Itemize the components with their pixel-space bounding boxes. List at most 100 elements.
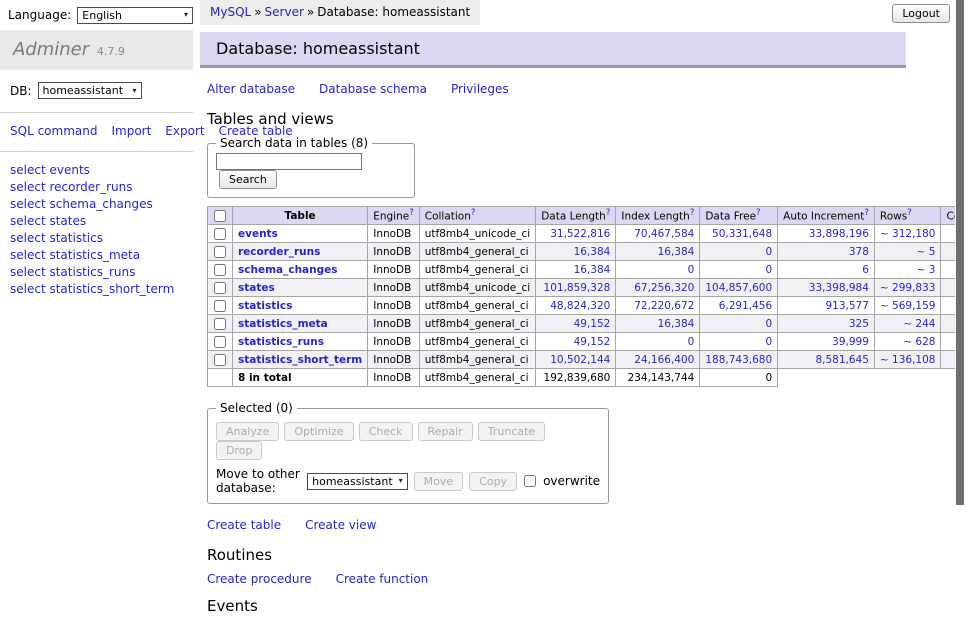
auto-increment-link[interactable]: 33,398,984 [809, 282, 869, 294]
data-length-link[interactable]: 48,824,320 [550, 300, 610, 312]
rows-estimate-link[interactable]: ~ 569,159 [880, 300, 936, 312]
breadcrumb-link-mysql[interactable]: MySQL [210, 5, 251, 19]
language-select[interactable]: English ▾ [77, 7, 193, 24]
auto-increment-link[interactable]: 325 [849, 318, 869, 330]
rows-estimate-link[interactable]: ~ 5 [917, 246, 936, 258]
data-length-link[interactable]: 16,384 [574, 264, 611, 276]
sidebar-item-select-schema-changes[interactable]: select schema_changes [10, 196, 183, 213]
index-length-link[interactable]: 16,384 [658, 318, 695, 330]
data-length-link[interactable]: 49,152 [574, 318, 611, 330]
rows-estimate-link[interactable]: ~ 244 [903, 318, 935, 330]
table-name-link-events[interactable]: events [238, 228, 278, 240]
data-free-link[interactable]: 0 [765, 336, 772, 348]
row-checkbox-statistics[interactable] [214, 300, 226, 312]
data-free-link[interactable]: 0 [765, 318, 772, 330]
data-length-link[interactable]: 49,152 [574, 336, 611, 348]
help-link-index-length[interactable]: ? [690, 208, 695, 218]
data-free-link[interactable]: 0 [765, 264, 772, 276]
repair-button[interactable]: Repair [418, 422, 473, 441]
auto-increment-link[interactable]: 39,999 [832, 336, 869, 348]
auto-increment-link[interactable]: 378 [849, 246, 869, 258]
row-checkbox-statistics-runs[interactable] [214, 336, 226, 348]
sidebar-item-select-statistics-meta[interactable]: select statistics_meta [10, 247, 183, 264]
data-free-link[interactable]: 0 [765, 246, 772, 258]
link-database-schema[interactable]: Database schema [319, 82, 427, 96]
link-create-function[interactable]: Create function [336, 572, 429, 586]
sidebar-item-select-events[interactable]: select events [10, 162, 183, 179]
index-length-link[interactable]: 16,384 [658, 246, 695, 258]
data-free-link[interactable]: 104,857,600 [705, 282, 772, 294]
rows-estimate-link[interactable]: ~ 3 [917, 264, 936, 276]
row-checkbox-statistics-meta[interactable] [214, 318, 226, 330]
sidebar-action-export[interactable]: Export [165, 124, 204, 138]
sidebar-action-import[interactable]: Import [111, 124, 151, 138]
sidebar-item-select-statistics[interactable]: select statistics [10, 230, 183, 247]
sidebar-item-select-statistics-short-term[interactable]: select statistics_short_term [10, 281, 183, 298]
help-link-data-length[interactable]: ? [606, 208, 611, 218]
data-free-link[interactable]: 188,743,680 [705, 354, 772, 366]
logout-button[interactable]: Logout [892, 4, 950, 23]
index-length-link[interactable]: 70,467,584 [634, 228, 694, 240]
table-name-link-recorder-runs[interactable]: recorder_runs [238, 246, 320, 258]
move-button[interactable]: Move [414, 472, 464, 491]
link-privileges[interactable]: Privileges [451, 82, 509, 96]
row-checkbox-statistics-short-term[interactable] [214, 354, 226, 366]
sidebar-action-sql-command[interactable]: SQL command [10, 124, 97, 138]
rows-estimate-link[interactable]: ~ 628 [903, 336, 935, 348]
table-name-link-schema-changes[interactable]: schema_changes [238, 264, 338, 276]
copy-button[interactable]: Copy [469, 472, 517, 491]
link-create-table[interactable]: Create table [207, 518, 281, 532]
data-length-link[interactable]: 10,502,144 [550, 354, 610, 366]
check-button[interactable]: Check [359, 422, 413, 441]
auto-increment-link[interactable]: 33,898,196 [809, 228, 869, 240]
data-length-link[interactable]: 16,384 [574, 246, 611, 258]
breadcrumb-link-server[interactable]: Server [265, 5, 304, 19]
help-link-collation[interactable]: ? [471, 208, 476, 218]
help-link-rows[interactable]: ? [907, 208, 912, 218]
search-input[interactable] [216, 153, 362, 170]
table-name-link-statistics[interactable]: statistics [238, 300, 292, 312]
select-all-checkbox[interactable] [214, 210, 226, 222]
rows-estimate-link[interactable]: ~ 299,833 [880, 282, 936, 294]
sidebar-item-select-recorder-runs[interactable]: select recorder_runs [10, 179, 183, 196]
index-length-link[interactable]: 0 [688, 336, 695, 348]
index-length-link[interactable]: 72,220,672 [634, 300, 694, 312]
rows-estimate-link[interactable]: ~ 312,180 [880, 228, 936, 240]
index-length-link[interactable]: 0 [688, 264, 695, 276]
sidebar-item-select-states[interactable]: select states [10, 213, 183, 230]
drop-button[interactable]: Drop [216, 441, 262, 460]
overwrite-checkbox[interactable] [524, 475, 536, 487]
data-length-link[interactable]: 31,522,816 [550, 228, 610, 240]
move-db-select[interactable]: homeassistant ▾ [307, 473, 408, 490]
table-name-link-statistics-runs[interactable]: statistics_runs [238, 336, 324, 348]
help-link-data-free[interactable]: ? [756, 208, 761, 218]
data-length-link[interactable]: 101,859,328 [544, 282, 611, 294]
auto-increment-link[interactable]: 6 [862, 264, 869, 276]
search-button[interactable]: Search [219, 170, 277, 189]
table-name-link-states[interactable]: states [238, 282, 275, 294]
help-link-engine[interactable]: ? [409, 208, 414, 218]
row-checkbox-states[interactable] [214, 282, 226, 294]
link-create-view[interactable]: Create view [305, 518, 376, 532]
data-free-link[interactable]: 50,331,648 [712, 228, 772, 240]
sidebar-item-select-statistics-runs[interactable]: select statistics_runs [10, 264, 183, 281]
row-checkbox-recorder-runs[interactable] [214, 246, 226, 258]
scrollbar-thumb[interactable] [956, 0, 964, 505]
row-checkbox-schema-changes[interactable] [214, 264, 226, 276]
optimize-button[interactable]: Optimize [284, 422, 353, 441]
help-link-auto-increment[interactable]: ? [864, 208, 869, 218]
link-create-procedure[interactable]: Create procedure [207, 572, 312, 586]
db-select[interactable]: homeassistant ▾ [38, 82, 142, 99]
auto-increment-link[interactable]: 8,581,645 [815, 354, 868, 366]
table-name-link-statistics-meta[interactable]: statistics_meta [238, 318, 328, 330]
scrollbar[interactable] [955, 0, 966, 543]
data-free-link[interactable]: 6,291,456 [719, 300, 772, 312]
analyze-button[interactable]: Analyze [216, 422, 279, 441]
table-name-link-statistics-short-term[interactable]: statistics_short_term [238, 354, 362, 366]
truncate-button[interactable]: Truncate [478, 422, 545, 441]
index-length-link[interactable]: 67,256,320 [634, 282, 694, 294]
rows-estimate-link[interactable]: ~ 136,108 [880, 354, 936, 366]
auto-increment-link[interactable]: 913,577 [826, 300, 869, 312]
index-length-link[interactable]: 24,166,400 [634, 354, 694, 366]
row-checkbox-events[interactable] [214, 228, 226, 240]
